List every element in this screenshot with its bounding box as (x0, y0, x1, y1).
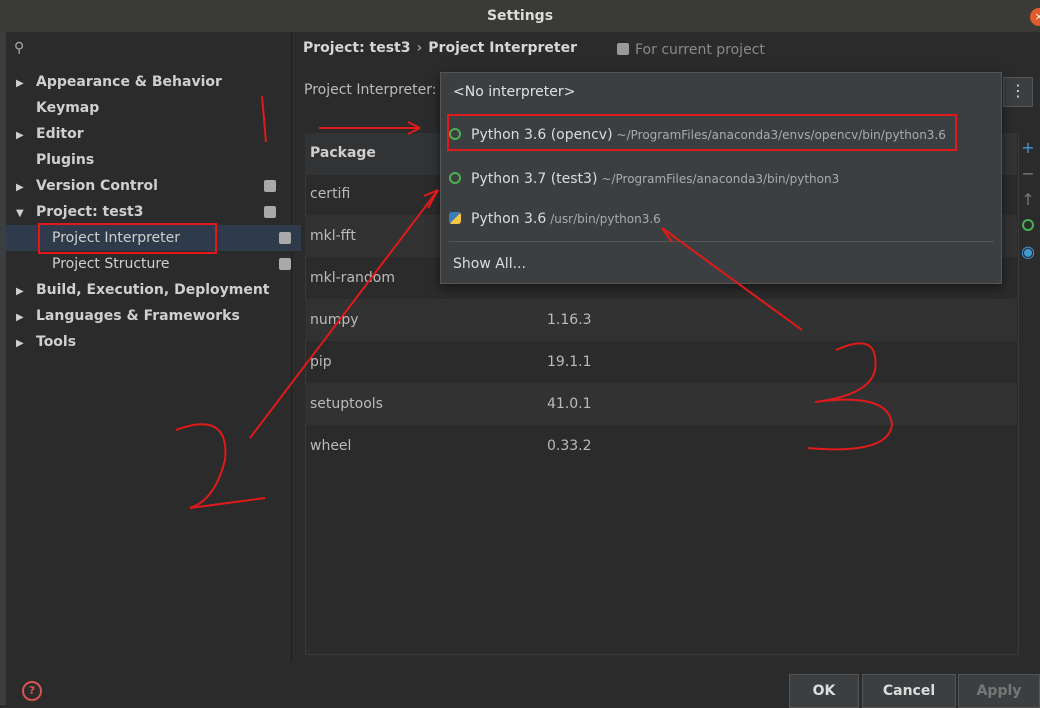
arrow-2-line (249, 189, 439, 439)
arrow-3-line (661, 227, 803, 331)
handwritten-one (261, 95, 267, 143)
handwritten-three (807, 342, 894, 451)
annotation-overlay (175, 95, 894, 509)
arrow-3-head (661, 227, 677, 243)
